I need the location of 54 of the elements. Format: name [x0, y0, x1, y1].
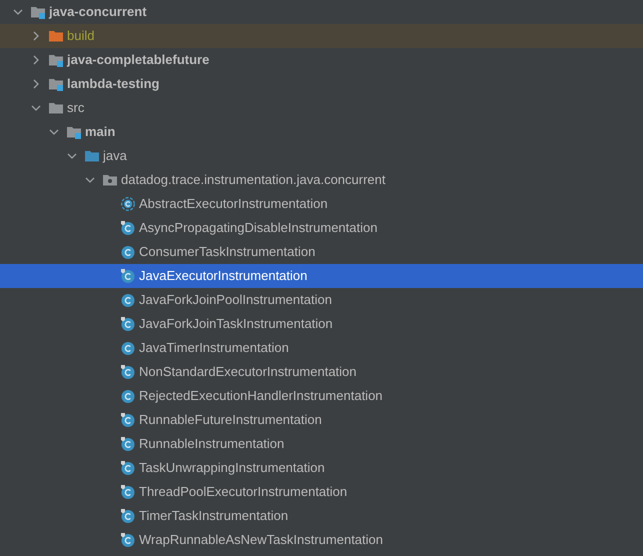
tree-row[interactable]: java-concurrent [0, 0, 643, 24]
tree-item-label: RunnableFutureInstrumentation [139, 411, 322, 430]
tree-row[interactable]: java [0, 144, 643, 168]
tree-item-label: ThreadPoolExecutorInstrumentation [139, 483, 348, 502]
tree-item-label: ConsumerTaskInstrumentation [139, 243, 316, 262]
tree-row[interactable]: ThreadPoolExecutorInstrumentation [0, 480, 643, 504]
tree-row[interactable]: build [0, 24, 643, 48]
tree-row[interactable]: JavaExecutorInstrumentation [0, 264, 643, 288]
tree-row[interactable]: ConsumerTaskInstrumentation [0, 240, 643, 264]
tree-item-label: build [67, 27, 94, 46]
tree-item-label: JavaTimerInstrumentation [139, 339, 289, 358]
tree-row[interactable]: JavaForkJoinPoolInstrumentation [0, 288, 643, 312]
module-folder-icon [48, 76, 64, 92]
tree-row[interactable]: src [0, 96, 643, 120]
tree-item-label: main [85, 123, 116, 142]
tree-row[interactable]: NonStandardExecutorInstrumentation [0, 360, 643, 384]
tree-item-label: JavaForkJoinPoolInstrumentation [139, 291, 332, 310]
module-folder-icon [48, 52, 64, 68]
tree-row[interactable]: AsyncPropagatingDisableInstrumentation [0, 216, 643, 240]
tree-row[interactable]: TaskUnwrappingInstrumentation [0, 456, 643, 480]
tree-item-label: java-completablefuture [67, 51, 210, 70]
tree-item-label: RejectedExecutionHandlerInstrumentation [139, 387, 383, 406]
tree-item-label: NonStandardExecutorInstrumentation [139, 363, 357, 382]
tree-row[interactable]: AbstractExecutorInstrumentation [0, 192, 643, 216]
tree-item-label: src [67, 99, 84, 118]
tree-item-label: AbstractExecutorInstrumentation [139, 195, 328, 214]
tree-row[interactable]: lambda-testing [0, 72, 643, 96]
tree-item-label: WrapRunnableAsNewTaskInstrumentation [139, 531, 383, 550]
tree-item-label: TimerTaskInstrumentation [139, 507, 288, 526]
folder-icon [48, 28, 64, 44]
tree-row[interactable]: main [0, 120, 643, 144]
source-folder-icon [84, 148, 100, 164]
tree-item-label: lambda-testing [67, 75, 160, 94]
tree-row[interactable]: JavaForkJoinTaskInstrumentation [0, 312, 643, 336]
tree-row[interactable]: WrapRunnableAsNewTaskInstrumentation [0, 528, 643, 552]
tree-row[interactable]: TimerTaskInstrumentation [0, 504, 643, 528]
tree-row[interactable]: java-completablefuture [0, 48, 643, 72]
module-folder-icon [66, 124, 82, 140]
tree-row[interactable]: datadog.trace.instrumentation.java.concurrent [0, 168, 643, 192]
tree-item-label: RunnableInstrumentation [139, 435, 284, 454]
tree-item-label: java-concurrent [49, 3, 147, 22]
tree-row[interactable]: RunnableInstrumentation [0, 432, 643, 456]
tree-item-label: AsyncPropagatingDisableInstrumentation [139, 219, 378, 238]
package-icon [102, 172, 118, 188]
tree-item-label: JavaExecutorInstrumentation [139, 267, 308, 286]
tree-row[interactable]: RejectedExecutionHandlerInstrumentation [0, 384, 643, 408]
tree-item-label: datadog.trace.instrumentation.java.concurrent [121, 171, 386, 190]
tree-row[interactable]: RunnableFutureInstrumentation [0, 408, 643, 432]
module-folder-icon [30, 4, 46, 20]
tree-row[interactable]: JavaTimerInstrumentation [0, 336, 643, 360]
tree-item-label: TaskUnwrappingInstrumentation [139, 459, 325, 478]
folder-icon [48, 100, 64, 116]
tree-item-label: JavaForkJoinTaskInstrumentation [139, 315, 333, 334]
tree-item-label: java [103, 147, 127, 166]
